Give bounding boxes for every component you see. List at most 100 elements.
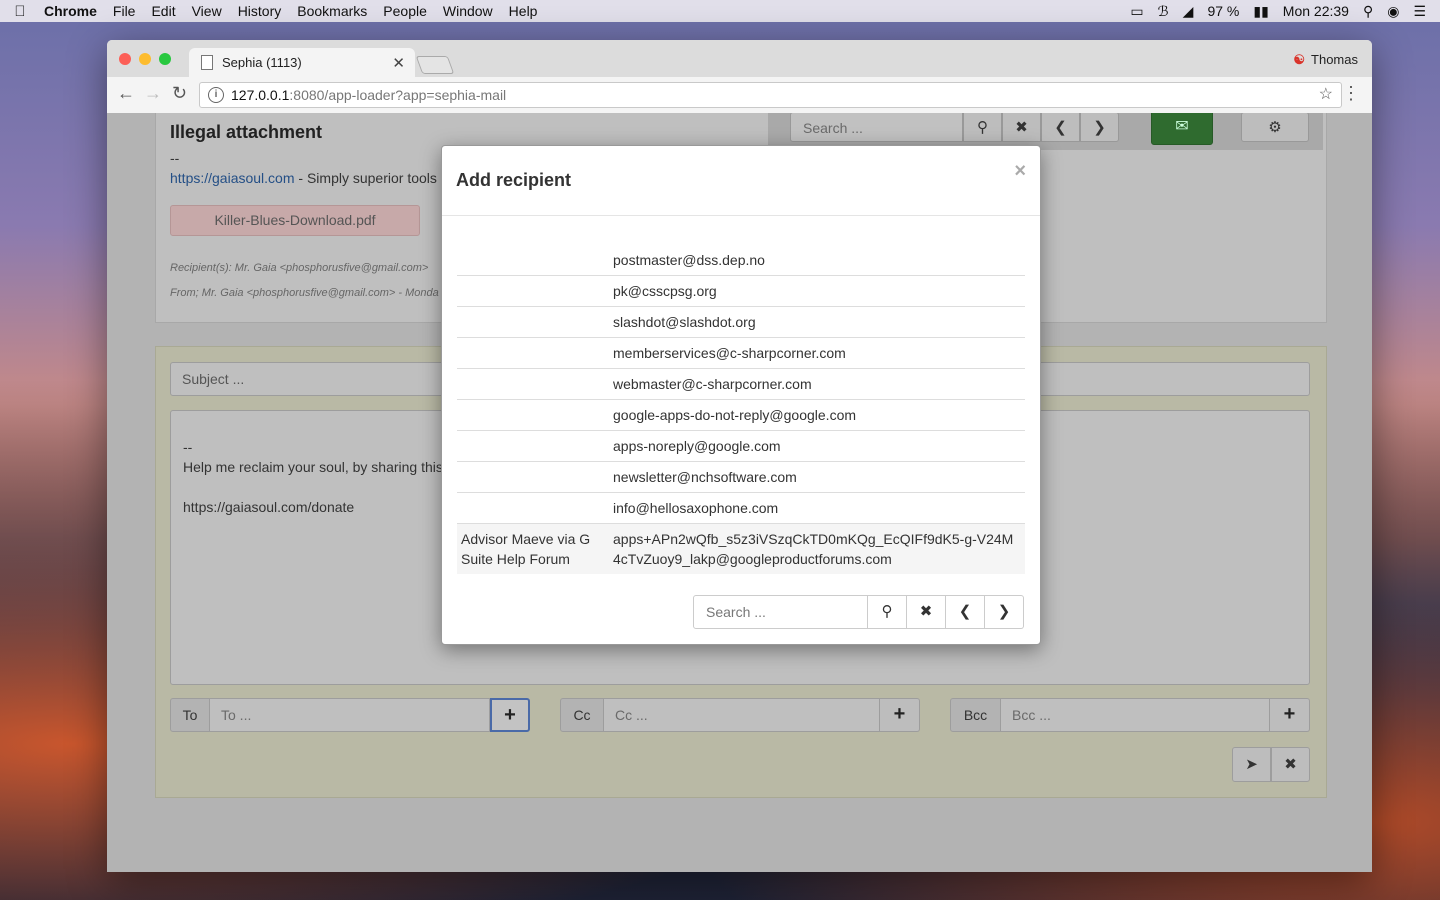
recipient-row[interactable]: apps-noreply@google.com — [457, 430, 1025, 462]
recipient-row[interactable]: slashdot@slashdot.org — [457, 306, 1025, 338]
clock[interactable]: Mon 22:39 — [1283, 3, 1349, 19]
discard-icon[interactable]: ✖ — [1271, 747, 1310, 782]
bookmark-star-icon[interactable]: ☆ — [1319, 84, 1333, 104]
modal-title: Add recipient — [456, 170, 572, 190]
chevron-right-icon[interactable]: ❯ — [1080, 113, 1119, 142]
menu-file[interactable]: File — [113, 3, 136, 19]
add-cc-recipient-button[interactable]: + — [880, 698, 920, 732]
recipient-name: Advisor Maeve via G Suite Help Forum — [461, 531, 591, 567]
menu-people[interactable]: People — [383, 3, 427, 19]
battery-percent[interactable]: 97 % — [1207, 3, 1239, 19]
menu-history[interactable]: History — [238, 3, 282, 19]
menu-bookmarks[interactable]: Bookmarks — [297, 3, 367, 19]
recipient-row[interactable]: google-apps-do-not-reply@google.com — [457, 399, 1025, 431]
modal-search-group: Search ... ⚲ ✖ ❮ ❯ — [693, 595, 1024, 629]
menu-app-name[interactable]: Chrome — [44, 3, 97, 19]
address-bar[interactable]: i 127.0.0.1:8080/app-loader?app=sephia-m… — [199, 82, 1342, 108]
menu-help[interactable]: Help — [509, 3, 538, 19]
recipient-email: apps-noreply@google.com — [613, 438, 781, 454]
compose-envelope-button[interactable]: ✉ — [1151, 113, 1213, 145]
siri-icon[interactable]: ◉ — [1387, 3, 1399, 20]
wifi-icon[interactable]: ◢ — [1183, 3, 1194, 20]
recipient-name — [457, 245, 609, 276]
search-icon[interactable]: ⚲ — [963, 113, 1002, 142]
recipient-email: pk@csscpsg.org — [613, 283, 717, 299]
recipient-name — [457, 369, 609, 400]
recipient-name — [457, 338, 609, 369]
recipient-email: apps+APn2wQfb_s5z3iVSzqCkTD0mKQg_EcQIFf9… — [613, 531, 1014, 567]
cc-field-group: Cc Cc ... + — [560, 698, 920, 732]
close-window-button[interactable] — [119, 53, 131, 65]
chrome-menu-icon[interactable]: ⋮ — [1342, 83, 1360, 104]
notification-center-icon[interactable]: ☰ — [1413, 3, 1426, 20]
zoom-window-button[interactable] — [159, 53, 171, 65]
battery-icon[interactable]: ▮▮ — [1253, 3, 1268, 20]
recipient-row[interactable]: Advisor Maeve via G Suite Help Forum apps… — [457, 523, 1025, 574]
minimize-window-button[interactable] — [139, 53, 151, 65]
recipient-row[interactable]: newsletter@nchsoftware.com — [457, 461, 1025, 493]
profile-icon: ☯ — [1293, 52, 1306, 67]
airplay-icon[interactable]: ▭ — [1130, 3, 1143, 20]
window-controls — [119, 53, 171, 65]
recipient-email: postmaster@dss.dep.no — [613, 252, 765, 268]
back-arrow-icon[interactable]: ← — [117, 83, 135, 104]
new-tab-button[interactable] — [415, 56, 455, 74]
recipient-row[interactable]: webmaster@c-sharpcorner.com — [457, 368, 1025, 400]
send-icon[interactable]: ➤ — [1232, 747, 1271, 782]
clear-icon[interactable]: ✖ — [1002, 113, 1041, 142]
add-recipient-modal: Add recipient × postmaster@dss.dep.no pk@… — [441, 145, 1041, 645]
menu-view[interactable]: View — [192, 3, 222, 19]
modal-clear-icon[interactable]: ✖ — [907, 595, 946, 629]
attachment-button[interactable]: Killer-Blues-Download.pdf — [170, 205, 420, 236]
url-path: :8080/app-loader?app=sephia-mail — [289, 87, 507, 103]
recipient-name — [457, 400, 609, 431]
recipient-row[interactable]: memberservices@c-sharpcorner.com — [457, 337, 1025, 369]
recipient-row[interactable]: postmaster@dss.dep.no — [457, 245, 1025, 276]
apple-icon[interactable]:  — [0, 3, 40, 20]
recipient-email: webmaster@c-sharpcorner.com — [613, 376, 812, 392]
cc-input[interactable]: Cc ... — [604, 698, 880, 732]
url-host: 127.0.0.1 — [231, 87, 290, 103]
cc-label: Cc — [560, 698, 604, 732]
chevron-left-icon[interactable]: ❮ — [1041, 113, 1080, 142]
message-search-input[interactable]: Search ... — [790, 113, 963, 142]
modal-search-icon[interactable]: ⚲ — [868, 595, 907, 629]
bluetooth-icon[interactable]: ℬ — [1158, 3, 1169, 20]
forward-arrow-icon[interactable]: → — [144, 83, 162, 104]
to-input[interactable]: To ... — [210, 698, 490, 732]
recipient-email: google-apps-do-not-reply@google.com — [613, 407, 857, 423]
add-to-recipient-button[interactable]: + — [490, 698, 530, 732]
recipient-row[interactable]: info@hellosaxophone.com — [457, 492, 1025, 524]
reload-icon[interactable]: ↻ — [172, 83, 187, 104]
modal-search-input[interactable]: Search ... — [693, 595, 868, 629]
recipient-email: slashdot@slashdot.org — [613, 314, 756, 330]
browser-toolbar: ← → ↻ i 127.0.0.1:8080/app-loader?app=se… — [107, 77, 1372, 114]
body-dash: -- — [183, 439, 193, 455]
settings-gear-icon[interactable]: ⚙ — [1241, 113, 1309, 142]
tab-title: Sephia (1113) — [222, 55, 302, 70]
menu-window[interactable]: Window — [443, 3, 493, 19]
close-tab-icon[interactable]: ✕ — [392, 54, 405, 72]
spotlight-search-icon[interactable]: ⚲ — [1363, 3, 1373, 20]
add-bcc-recipient-button[interactable]: + — [1270, 698, 1310, 732]
modal-chevron-left-icon[interactable]: ❮ — [946, 595, 985, 629]
recipient-row[interactable]: pk@csscpsg.org — [457, 275, 1025, 307]
mac-menubar:  Chrome File Edit View History Bookmark… — [0, 0, 1440, 22]
signature-link[interactable]: https://gaiasoul.com — [170, 170, 295, 186]
profile-button[interactable]: ☯ Thomas — [1293, 52, 1358, 68]
recipient-name — [457, 307, 609, 338]
recipient-name — [457, 276, 609, 307]
browser-tab[interactable]: Sephia (1113) ✕ — [189, 48, 415, 77]
modal-header: Add recipient × — [442, 146, 1040, 216]
message-recipients: Recipient(s): Mr. Gaia <phosphorusfive@g… — [170, 262, 429, 274]
bcc-input[interactable]: Bcc ... — [1001, 698, 1270, 732]
modal-chevron-right-icon[interactable]: ❯ — [985, 595, 1024, 629]
body-line-1: Help me reclaim your soul, by sharing th… — [183, 459, 443, 475]
menu-edit[interactable]: Edit — [151, 3, 175, 19]
modal-close-icon[interactable]: × — [1014, 160, 1026, 183]
message-signature: https://gaiasoul.com - Simply superior t… — [170, 170, 437, 186]
site-info-icon[interactable]: i — [208, 87, 224, 103]
message-title: Illegal attachment — [170, 122, 323, 142]
recipient-email: newsletter@nchsoftware.com — [613, 469, 797, 485]
tab-strip: Sephia (1113) ✕ ☯ Thomas — [107, 40, 1372, 77]
